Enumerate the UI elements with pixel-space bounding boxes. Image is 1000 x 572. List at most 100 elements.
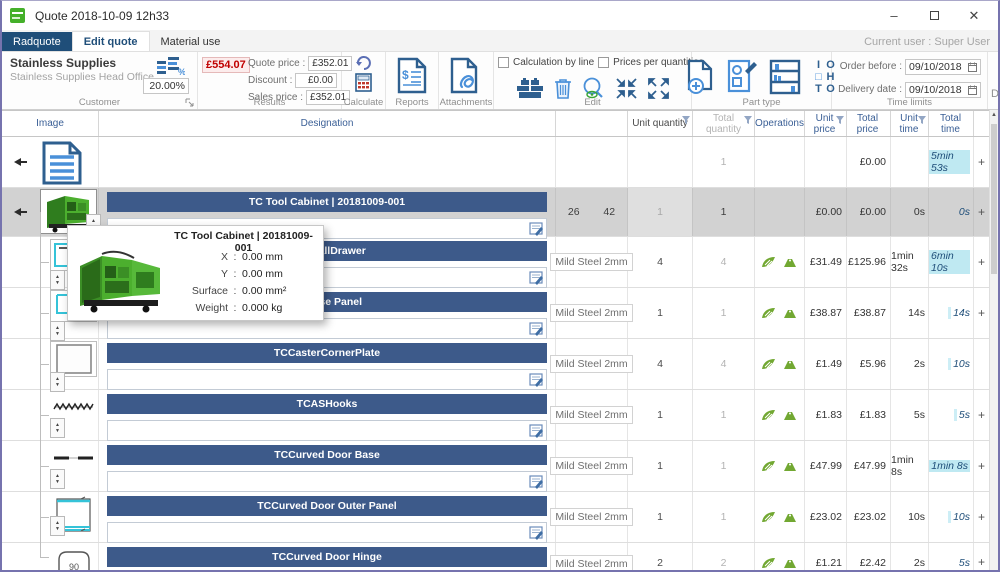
quantity-stepper[interactable]: ▲▼: [50, 321, 65, 341]
edit-part-icon[interactable]: [727, 59, 757, 95]
header-unit-time[interactable]: Unit time: [891, 111, 929, 136]
collapse-row-arrow[interactable]: [14, 158, 28, 167]
part-note-input[interactable]: [107, 318, 547, 339]
header-material[interactable]: [556, 111, 628, 136]
add-line-button[interactable]: +: [974, 441, 989, 491]
vertical-scrollbar[interactable]: ▲: [989, 110, 998, 570]
shelf-unit-icon[interactable]: [769, 59, 801, 95]
cutting-operation-icon[interactable]: [761, 460, 776, 472]
collapse-row-arrow[interactable]: [14, 208, 28, 217]
header-unit-price[interactable]: Unit price: [805, 111, 847, 136]
header-total-price[interactable]: Total price: [847, 111, 891, 136]
material-box[interactable]: Mild Steel 2mm: [550, 555, 632, 571]
cutting-operation-icon[interactable]: [761, 256, 776, 268]
bending-operation-icon[interactable]: [782, 511, 798, 523]
material-box[interactable]: Mild Steel 2mm: [550, 304, 632, 322]
memo-edit-icon[interactable]: [529, 474, 544, 489]
part-title-bar[interactable]: TCCurved Door Base: [107, 445, 547, 465]
material-box[interactable]: Mild Steel 2mm: [550, 508, 632, 526]
add-line-button[interactable]: +: [974, 237, 989, 287]
blocks-icon[interactable]: [515, 78, 545, 99]
close-button[interactable]: ✕: [954, 1, 994, 30]
bending-operation-icon[interactable]: [782, 307, 798, 319]
reports-button[interactable]: $ Reports: [386, 52, 439, 109]
header-total-time[interactable]: Total time: [929, 111, 974, 136]
memo-edit-icon[interactable]: [529, 423, 544, 438]
cutting-operation-icon[interactable]: [761, 358, 776, 370]
tab-edit-quote[interactable]: Edit quote: [72, 31, 150, 51]
calculation-by-line-checkbox[interactable]: [498, 57, 509, 68]
cutting-operation-icon[interactable]: [761, 511, 776, 523]
add-part-icon[interactable]: [687, 59, 715, 95]
minimize-button[interactable]: –: [874, 1, 914, 30]
part-note-input[interactable]: [107, 471, 547, 492]
add-line-button[interactable]: +: [974, 188, 989, 236]
part-note-input[interactable]: [107, 420, 547, 441]
table-row-part[interactable]: ▲▼ TCCasterCornerPlate Mild Steel 2mm 4 …: [2, 339, 989, 390]
add-line-button[interactable]: +: [974, 137, 989, 187]
cutting-operation-icon[interactable]: [761, 409, 776, 421]
material-box[interactable]: Mild Steel 2mm: [550, 406, 632, 424]
customer-office: Stainless Supplies Head Office: [10, 71, 154, 83]
memo-edit-icon[interactable]: [529, 270, 544, 285]
quantity-stepper[interactable]: ▲▼: [50, 418, 65, 438]
calculate-button[interactable]: Calculate: [342, 52, 386, 109]
material-box[interactable]: Mild Steel 2mm: [550, 253, 632, 271]
attachments-button[interactable]: Attachments: [439, 52, 494, 109]
customer-dialog-launcher-icon[interactable]: [185, 98, 194, 107]
table-row-part[interactable]: ▲▼ TCASHooks Mild Steel 2mm 1 1: [2, 390, 989, 441]
part-note-input[interactable]: [107, 522, 547, 543]
quantity-stepper[interactable]: ▲▼: [50, 270, 65, 290]
memo-edit-icon[interactable]: [529, 321, 544, 336]
bending-operation-icon[interactable]: [782, 460, 798, 472]
header-image[interactable]: Image: [2, 111, 99, 136]
memo-edit-icon[interactable]: [529, 221, 544, 236]
table-row-part[interactable]: ▲▼ TCCurved Door Outer Panel Mild Steel …: [2, 492, 989, 543]
filter-icon[interactable]: [836, 116, 844, 124]
header-total-quantity[interactable]: Total quantity: [693, 111, 755, 136]
bending-operation-icon[interactable]: [782, 358, 798, 370]
filter-icon[interactable]: [682, 116, 690, 124]
cutting-operation-icon[interactable]: [761, 307, 776, 319]
table-row-quote[interactable]: 1 £0.00 5min 53s +: [2, 137, 989, 188]
header-designation[interactable]: Designation: [99, 111, 556, 136]
add-line-button[interactable]: +: [974, 390, 989, 440]
memo-edit-icon[interactable]: [529, 372, 544, 387]
filter-icon[interactable]: [744, 116, 752, 124]
table-row-part[interactable]: ▲▼ TCCurved Door Base Mild Steel 2mm 1 1: [2, 441, 989, 492]
delivery-date-input[interactable]: 09/10/2018: [905, 82, 981, 98]
add-line-button[interactable]: +: [974, 492, 989, 542]
table-row-part[interactable]: 90 TCCurved Door Hinge Mild Steel 2mm 2 …: [2, 543, 989, 570]
material-box[interactable]: Mild Steel 2mm: [550, 355, 632, 373]
scrollbar-thumb[interactable]: [991, 124, 997, 274]
maximize-button[interactable]: [914, 1, 954, 30]
part-title-bar[interactable]: TCASHooks: [107, 394, 547, 414]
tab-radquote[interactable]: Radquote: [2, 32, 72, 51]
part-title-bar[interactable]: TCCasterCornerPlate: [107, 343, 547, 363]
assembly-title-bar[interactable]: TC Tool Cabinet | 20181009-001: [107, 192, 547, 212]
part-note-input[interactable]: [107, 369, 547, 390]
add-line-button[interactable]: +: [974, 288, 989, 338]
add-line-button[interactable]: +: [974, 543, 989, 570]
bending-operation-icon[interactable]: [782, 256, 798, 268]
order-before-input[interactable]: 09/10/2018: [905, 59, 981, 75]
margin-input[interactable]: 20.00%: [143, 78, 189, 94]
part-title-bar[interactable]: TCCurved Door Outer Panel: [107, 496, 547, 516]
memo-edit-icon[interactable]: [529, 525, 544, 540]
quantity-stepper[interactable]: ▲▼: [50, 516, 65, 536]
part-title-bar[interactable]: TCCurved Door Hinge: [107, 547, 547, 567]
prices-per-quantities-checkbox[interactable]: [598, 57, 609, 68]
header-operations[interactable]: Operations: [755, 111, 805, 136]
header-unit-quantity[interactable]: Unit quantity: [628, 111, 693, 136]
tab-material-use[interactable]: Material use: [150, 32, 232, 51]
quantity-stepper[interactable]: ▲▼: [50, 469, 65, 489]
quantity-stepper[interactable]: ▲▼: [50, 372, 65, 392]
discount-input[interactable]: £0.00: [295, 73, 337, 88]
bending-operation-icon[interactable]: [782, 409, 798, 421]
add-line-button[interactable]: [974, 339, 989, 389]
cutting-operation-icon[interactable]: [761, 557, 776, 569]
material-box[interactable]: Mild Steel 2mm: [550, 457, 632, 475]
scroll-up-arrow[interactable]: ▲: [991, 112, 997, 118]
bending-operation-icon[interactable]: [782, 557, 798, 569]
filter-icon[interactable]: [918, 116, 926, 124]
